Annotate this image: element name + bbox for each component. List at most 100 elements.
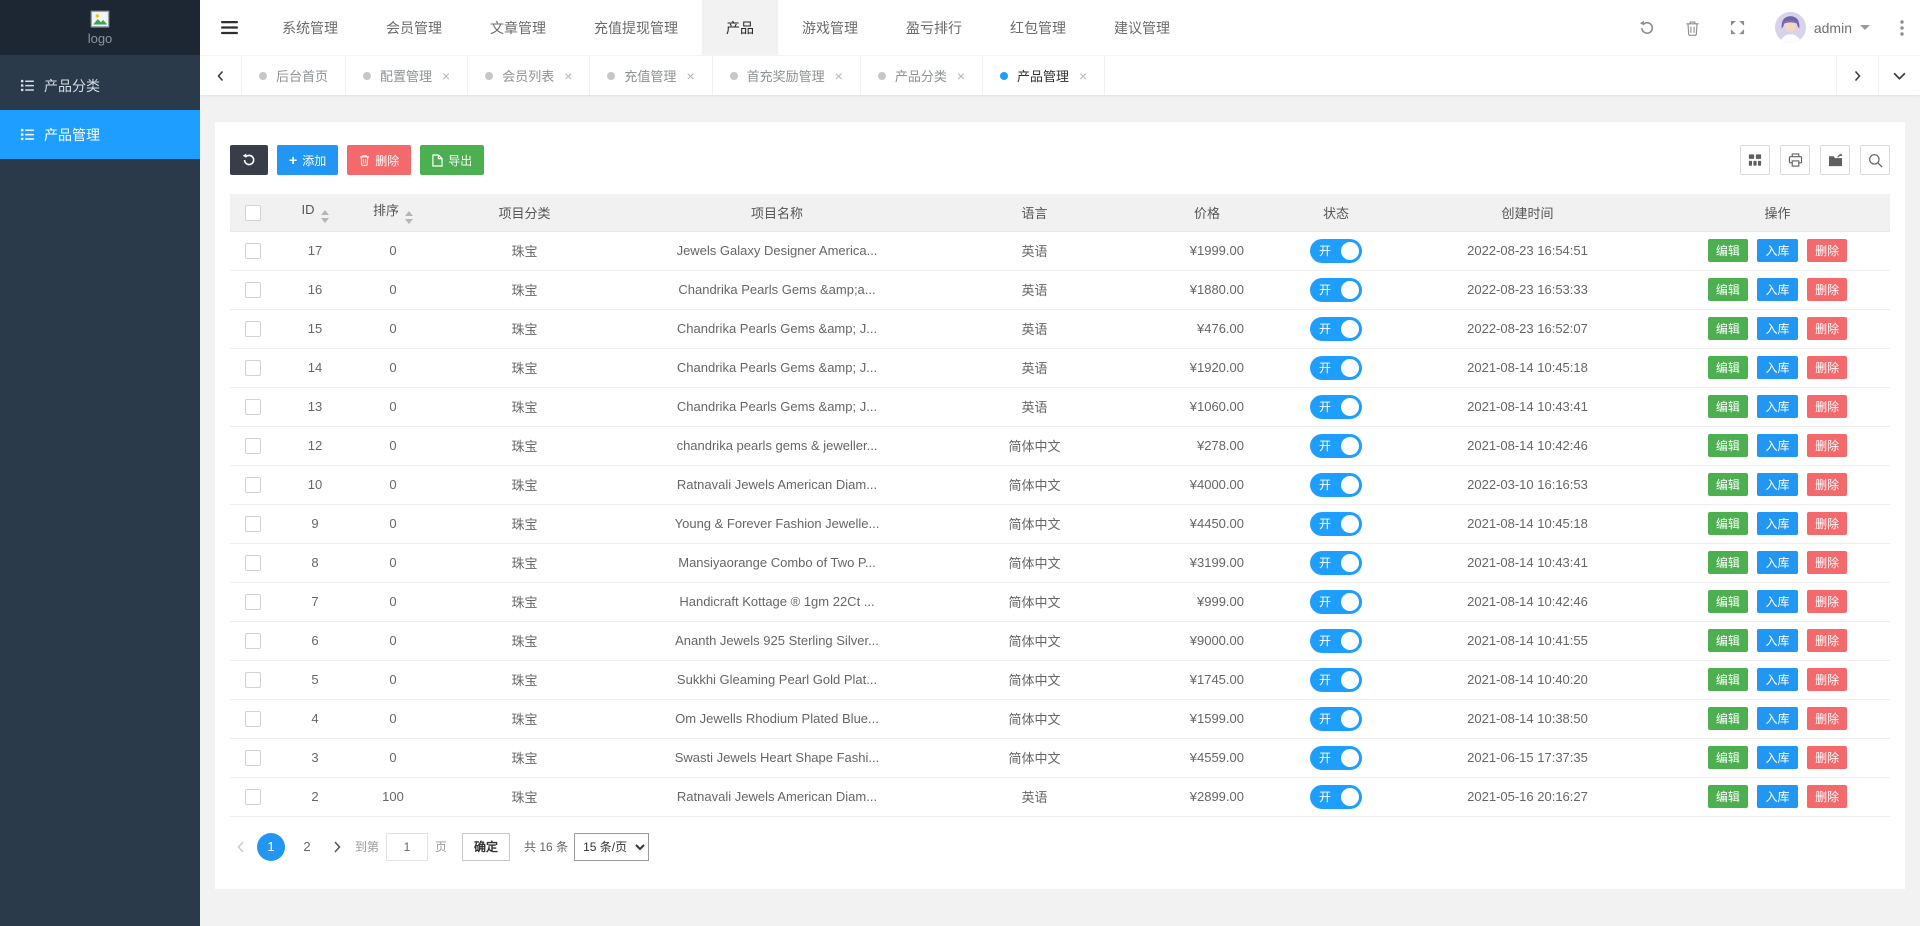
edit-button[interactable]: 编辑 — [1707, 785, 1748, 808]
close-icon[interactable]: × — [835, 68, 843, 84]
edit-button[interactable]: 编辑 — [1707, 629, 1748, 652]
edit-button[interactable]: 编辑 — [1707, 395, 1748, 418]
edit-button[interactable]: 编辑 — [1707, 278, 1748, 301]
goto-page-input[interactable] — [386, 832, 429, 861]
delete-row-button[interactable]: 删除 — [1807, 356, 1848, 379]
page-number[interactable]: 2 — [293, 833, 321, 861]
edit-button[interactable]: 编辑 — [1707, 551, 1748, 574]
sidebar-item[interactable]: 产品分类 — [0, 61, 200, 110]
close-icon[interactable]: × — [1079, 68, 1087, 84]
delete-row-button[interactable]: 删除 — [1807, 746, 1848, 769]
page-number[interactable]: 1 — [257, 832, 285, 861]
close-icon[interactable]: × — [442, 68, 450, 84]
delete-row-button[interactable]: 删除 — [1807, 590, 1848, 613]
navbar-menu-item[interactable]: 游戏管理 — [778, 0, 882, 55]
status-toggle[interactable]: 开 — [1310, 667, 1362, 692]
row-checkbox[interactable] — [245, 554, 261, 571]
edit-button[interactable]: 编辑 — [1707, 590, 1748, 613]
stock-in-button[interactable]: 入库 — [1757, 551, 1798, 574]
status-toggle[interactable]: 开 — [1310, 706, 1362, 731]
delete-row-button[interactable]: 删除 — [1807, 512, 1848, 535]
close-icon[interactable]: × — [957, 68, 965, 84]
edit-button[interactable]: 编辑 — [1707, 473, 1748, 496]
status-toggle[interactable]: 开 — [1310, 433, 1362, 458]
status-toggle[interactable]: 开 — [1310, 472, 1362, 497]
edit-button[interactable]: 编辑 — [1707, 707, 1748, 730]
delete-row-button[interactable]: 删除 — [1807, 473, 1848, 496]
trash-icon[interactable] — [1685, 20, 1700, 36]
row-checkbox[interactable] — [245, 788, 261, 805]
column-header-id[interactable]: ID — [276, 194, 354, 232]
stock-in-button[interactable]: 入库 — [1757, 317, 1798, 340]
row-checkbox[interactable] — [245, 593, 261, 610]
select-all-checkbox[interactable] — [245, 204, 261, 221]
delete-row-button[interactable]: 删除 — [1807, 707, 1848, 730]
columns-filter-icon[interactable] — [1740, 145, 1770, 175]
refresh-icon[interactable] — [1639, 20, 1655, 36]
refresh-table-button[interactable] — [230, 145, 268, 175]
row-checkbox[interactable] — [245, 359, 261, 376]
stock-in-button[interactable]: 入库 — [1757, 239, 1798, 262]
stock-in-button[interactable]: 入库 — [1757, 434, 1798, 457]
edit-button[interactable]: 编辑 — [1707, 668, 1748, 691]
page-size-select[interactable]: 15 条/页 — [574, 832, 650, 861]
delete-row-button[interactable]: 删除 — [1807, 551, 1848, 574]
edit-button[interactable]: 编辑 — [1707, 434, 1748, 457]
stock-in-button[interactable]: 入库 — [1757, 668, 1798, 691]
sort-icons[interactable] — [405, 211, 413, 225]
close-icon[interactable]: × — [564, 68, 572, 84]
tab[interactable]: 产品分类 × — [861, 56, 984, 95]
row-checkbox[interactable] — [245, 242, 261, 259]
tabs-scroll-left-button[interactable] — [200, 56, 242, 95]
navbar-menu-item[interactable]: 会员管理 — [362, 0, 466, 55]
stock-in-button[interactable]: 入库 — [1757, 512, 1798, 535]
tab[interactable]: 首充奖励管理 × — [713, 56, 861, 95]
tab[interactable]: 会员列表 × — [468, 56, 591, 95]
status-toggle[interactable]: 开 — [1310, 745, 1362, 770]
stock-in-button[interactable]: 入库 — [1757, 746, 1798, 769]
status-toggle[interactable]: 开 — [1310, 628, 1362, 653]
delete-row-button[interactable]: 删除 — [1807, 278, 1848, 301]
tabs-dropdown-button[interactable] — [1878, 56, 1920, 95]
stock-in-button[interactable]: 入库 — [1757, 395, 1798, 418]
edit-button[interactable]: 编辑 — [1707, 356, 1748, 379]
edit-button[interactable]: 编辑 — [1707, 512, 1748, 535]
sort-icons[interactable] — [320, 209, 329, 223]
search-icon[interactable] — [1860, 145, 1890, 175]
export-button[interactable]: 导出 — [420, 145, 485, 175]
edit-button[interactable]: 编辑 — [1707, 746, 1748, 769]
stock-in-button[interactable]: 入库 — [1757, 278, 1798, 301]
delete-row-button[interactable]: 删除 — [1807, 668, 1848, 691]
next-page-button[interactable] — [327, 840, 348, 853]
prev-page-button[interactable] — [230, 840, 251, 853]
tab[interactable]: 产品管理 × — [983, 56, 1106, 95]
navbar-menu-item[interactable]: 建议管理 — [1090, 0, 1194, 55]
navbar-menu-item[interactable]: 红包管理 — [986, 0, 1090, 55]
row-checkbox[interactable] — [245, 671, 261, 688]
delete-row-button[interactable]: 删除 — [1807, 239, 1848, 262]
row-checkbox[interactable] — [245, 476, 261, 493]
edit-button[interactable]: 编辑 — [1707, 317, 1748, 340]
delete-row-button[interactable]: 删除 — [1807, 395, 1848, 418]
edit-button[interactable]: 编辑 — [1707, 239, 1748, 262]
row-checkbox[interactable] — [245, 749, 261, 766]
navbar-menu-item[interactable]: 充值提现管理 — [570, 0, 702, 55]
status-toggle[interactable]: 开 — [1310, 316, 1362, 341]
stock-in-button[interactable]: 入库 — [1757, 473, 1798, 496]
navbar-menu-item[interactable]: 文章管理 — [466, 0, 570, 55]
column-header-sort[interactable]: 排序 — [354, 194, 432, 232]
row-checkbox[interactable] — [245, 515, 261, 532]
status-toggle[interactable]: 开 — [1310, 550, 1362, 575]
user-menu[interactable]: admin — [1774, 12, 1870, 43]
fullscreen-icon[interactable] — [1730, 20, 1745, 35]
tab[interactable]: 后台首页 — [242, 56, 347, 95]
stock-in-button[interactable]: 入库 — [1757, 629, 1798, 652]
delete-row-button[interactable]: 删除 — [1807, 629, 1848, 652]
batch-delete-button[interactable]: 删除 — [347, 145, 412, 175]
row-checkbox[interactable] — [245, 320, 261, 337]
status-toggle[interactable]: 开 — [1310, 784, 1362, 809]
navbar-menu-item[interactable]: 系统管理 — [258, 0, 362, 55]
tab[interactable]: 充值管理 × — [590, 56, 713, 95]
status-toggle[interactable]: 开 — [1310, 394, 1362, 419]
status-toggle[interactable]: 开 — [1310, 589, 1362, 614]
